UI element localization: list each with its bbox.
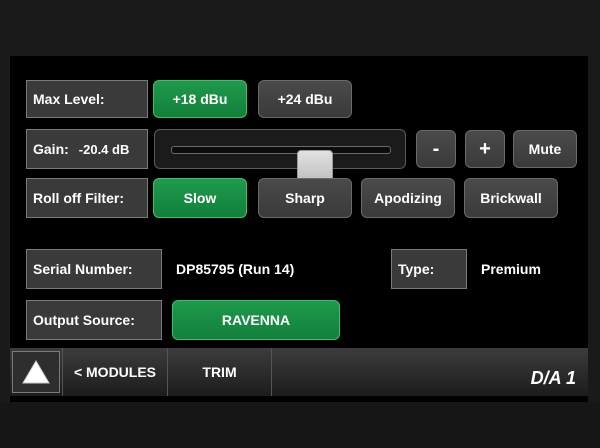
nav-trim-button[interactable]: TRIM <box>168 348 272 396</box>
device-screen: Max Level: +18 dBu +24 dBu Gain: -20.4 d… <box>10 56 588 402</box>
output-source-ravenna-button[interactable]: RAVENNA <box>172 300 340 340</box>
gain-slider-track[interactable] <box>171 146 391 184</box>
filter-apodizing-button[interactable]: Apodizing <box>361 178 455 218</box>
filter-sharp-button[interactable]: Sharp <box>258 178 352 218</box>
type-label: Type: <box>391 249 467 289</box>
roll-off-filter-label: Roll off Filter: <box>26 178 148 218</box>
nav-modules-button[interactable]: < MODULES <box>62 348 168 396</box>
gain-slider[interactable] <box>154 129 406 184</box>
module-id-label: D/A 1 <box>530 368 576 388</box>
gain-label: Gain: <box>33 141 69 157</box>
max-level-18dbu-button[interactable]: +18 dBu <box>153 80 247 118</box>
device-bezel <box>0 402 600 448</box>
filter-brickwall-button[interactable]: Brickwall <box>464 178 558 218</box>
triangle-home-icon <box>22 360 50 384</box>
gain-decrease-button[interactable]: - <box>416 130 456 168</box>
serial-number-value: DP85795 (Run 14) <box>176 261 295 277</box>
type-value: Premium <box>481 261 541 277</box>
gain-value: -20.4 dB <box>78 141 130 157</box>
max-level-24dbu-button[interactable]: +24 dBu <box>258 80 352 118</box>
gain-label-box: Gain: -20.4 dB <box>26 129 148 169</box>
serial-number-label: Serial Number: <box>26 249 162 289</box>
max-level-label: Max Level: <box>26 80 148 118</box>
mute-button[interactable]: Mute <box>513 130 577 168</box>
bottom-nav-bar: < MODULES TRIM D/A 1 <box>10 348 588 396</box>
gain-increase-button[interactable]: + <box>465 130 505 168</box>
filter-slow-button[interactable]: Slow <box>153 178 247 218</box>
home-button[interactable] <box>12 351 60 393</box>
output-source-label: Output Source: <box>26 300 162 340</box>
